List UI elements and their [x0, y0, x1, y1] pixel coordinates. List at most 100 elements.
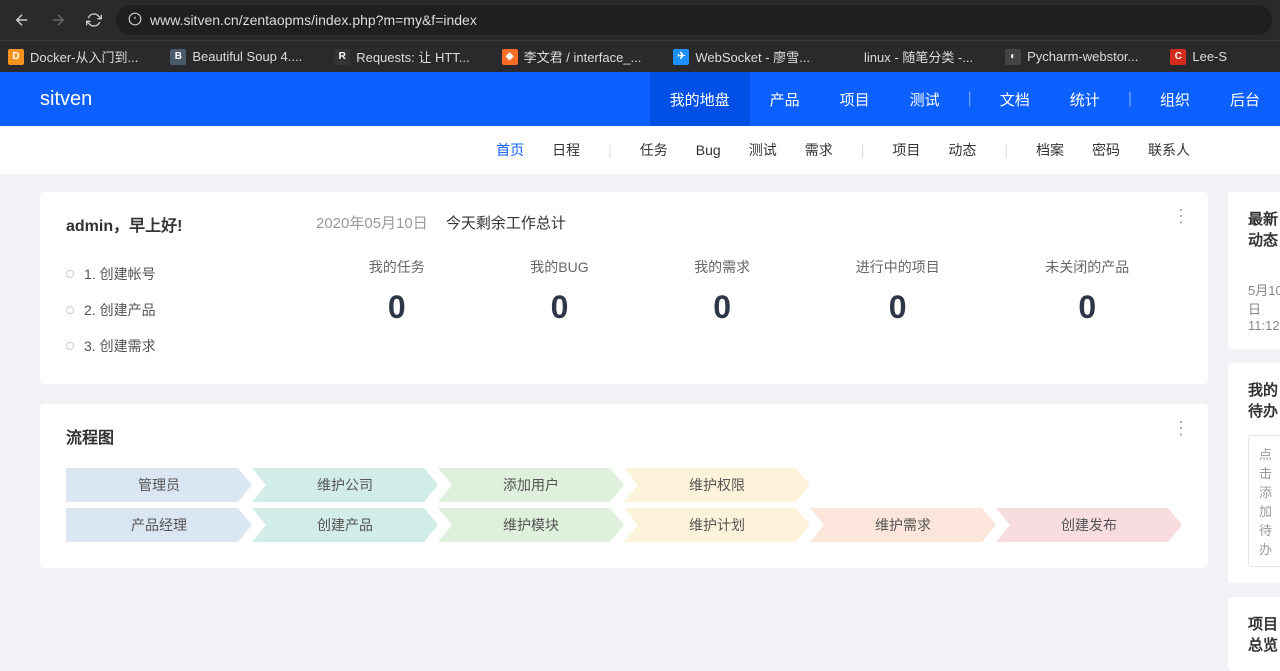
nav-item[interactable]: 组织 [1140, 72, 1210, 126]
bookmark-favicon: B [170, 49, 186, 65]
flow-step[interactable]: 维护模块 [438, 508, 624, 542]
subnav-item[interactable]: Bug [696, 142, 721, 158]
bookmark-label: linux - 随笔分类 -... [864, 47, 973, 66]
nav-item[interactable]: 后台 [1210, 72, 1280, 126]
subnav-item[interactable]: 测试 [749, 140, 777, 160]
stat-item[interactable]: 我的任务0 [369, 257, 425, 326]
latest-title: 最新动态 [1248, 208, 1280, 250]
address-bar[interactable]: www.sitven.cn/zentaopms/index.php?m=my&f… [116, 5, 1272, 35]
stat-item[interactable]: 进行中的项目0 [856, 257, 940, 326]
stat-item[interactable]: 未关闭的产品 0 [1045, 257, 1129, 326]
bookmark-favicon: C [1170, 49, 1186, 65]
bookmark-label: Beautiful Soup 4.... [192, 49, 302, 64]
bookmark-item[interactable]: linux - 随笔分类 -... [842, 47, 973, 66]
flow-step[interactable]: 维护权限 [624, 468, 810, 502]
subnav-item[interactable]: 联系人 [1148, 140, 1190, 160]
bookmark-item[interactable]: ◆ 李文君 / interface_... [502, 47, 642, 66]
back-button[interactable] [8, 6, 36, 34]
flow-step[interactable]: 管理员 [66, 468, 252, 502]
more-icon[interactable]: ⋮ [1172, 206, 1190, 227]
reload-button[interactable] [80, 6, 108, 34]
subnav-separator: | [861, 142, 865, 158]
stat-label: 我的BUG [530, 257, 588, 277]
step-item[interactable]: 1. 创建帐号 [66, 256, 316, 292]
stat-label: 我的需求 [694, 257, 750, 277]
flowchart-card: ⋮ 流程图 管理员维护公司添加用户维护权限产品经理创建产品维护模块维护计划维护需… [40, 404, 1208, 568]
bookmark-favicon: ◐ [1005, 49, 1021, 65]
subnav-separator: | [1004, 142, 1008, 158]
subnav-item[interactable]: 首页 [496, 140, 524, 160]
greeting-text: admin，早上好! [66, 212, 316, 236]
subnav-separator: | [608, 142, 612, 158]
bookmark-item[interactable]: ◐ Pycharm-webstor... [1005, 49, 1138, 65]
latest-time: 5月10日 11:12 [1248, 280, 1280, 333]
flow-rows: 管理员维护公司添加用户维护权限产品经理创建产品维护模块维护计划维护需求创建发布 [66, 468, 1182, 542]
bookmark-label: Docker-从入门到... [30, 47, 138, 66]
onboarding-steps: 1. 创建帐号2. 创建产品3. 创建需求 [66, 256, 316, 364]
todo-card: 我的待办 点击添加待办 [1228, 363, 1280, 583]
nav-item[interactable]: 我的地盘 [650, 72, 750, 126]
nav-item[interactable]: 项目 [820, 72, 890, 126]
nav-item[interactable]: 统计 [1050, 72, 1120, 126]
flow-row: 产品经理创建产品维护模块维护计划维护需求创建发布 [66, 508, 1182, 542]
site-info-icon[interactable] [128, 12, 142, 29]
flow-title: 流程图 [66, 424, 1182, 448]
subnav-item[interactable]: 动态 [948, 140, 976, 160]
summary-label: 今天剩余工作总计 [446, 215, 566, 232]
overview-card: 项目总览 [1228, 597, 1280, 671]
bookmark-label: Lee-S [1192, 49, 1227, 64]
subnav-item[interactable]: 任务 [640, 140, 668, 160]
bookmark-item[interactable]: B Beautiful Soup 4.... [170, 49, 302, 65]
latest-card: 最新动态 5月10日 11:12 [1228, 192, 1280, 349]
flow-step[interactable]: 维护公司 [252, 468, 438, 502]
sub-nav: 首页 日程 | 任务 Bug 测试 需求 | 项目 动态 | 档案 密码 联系人 [0, 126, 1280, 174]
bookmark-favicon [842, 49, 858, 65]
subnav-item[interactable]: 密码 [1092, 140, 1120, 160]
bookmark-item[interactable]: C Lee-S [1170, 49, 1227, 65]
stat-label: 未关闭的产品 [1045, 257, 1129, 277]
subnav-item[interactable]: 项目 [892, 140, 920, 160]
flow-row: 管理员维护公司添加用户维护权限 [66, 468, 1182, 502]
flow-step[interactable]: 创建发布 [996, 508, 1182, 542]
app-navbar: sitven 我的地盘产品项目测试|文档统计|组织后台 [0, 72, 1280, 126]
browser-toolbar: www.sitven.cn/zentaopms/index.php?m=my&f… [0, 0, 1280, 40]
forward-button[interactable] [44, 6, 72, 34]
step-item[interactable]: 3. 创建需求 [66, 328, 316, 364]
date-text: 2020年05月10日 [316, 215, 428, 232]
subnav-item[interactable]: 需求 [805, 140, 833, 160]
main-content: ⋮ admin，早上好! 1. 创建帐号2. 创建产品3. 创建需求 2020年… [0, 174, 1280, 671]
bookmark-item[interactable]: D Docker-从入门到... [8, 47, 138, 66]
stat-item[interactable]: 我的BUG 0 [530, 257, 588, 326]
nav-item[interactable]: 测试 [890, 72, 960, 126]
flow-step[interactable]: 添加用户 [438, 468, 624, 502]
overview-title: 项目总览 [1248, 613, 1280, 655]
nav-item[interactable]: 产品 [750, 72, 820, 126]
todo-input[interactable]: 点击添加待办 [1248, 435, 1280, 567]
bookmark-item[interactable]: ✈WebSocket - 廖雪... [673, 47, 810, 66]
flow-step[interactable]: 产品经理 [66, 508, 252, 542]
more-icon[interactable]: ⋮ [1172, 418, 1190, 439]
subnav-item[interactable]: 日程 [552, 140, 580, 160]
bookmark-favicon: R [334, 49, 350, 65]
brand-logo[interactable]: sitven [40, 88, 92, 111]
stat-item[interactable]: 我的需求 0 [694, 257, 750, 326]
stat-value: 0 [694, 289, 750, 326]
nav-item[interactable]: 文档 [980, 72, 1050, 126]
flow-step[interactable]: 维护需求 [810, 508, 996, 542]
stat-value: 0 [856, 289, 940, 326]
welcome-card: ⋮ admin，早上好! 1. 创建帐号2. 创建产品3. 创建需求 2020年… [40, 192, 1208, 384]
flow-step[interactable]: 维护计划 [624, 508, 810, 542]
bookmark-label: 李文君 / interface_... [524, 47, 642, 66]
step-item[interactable]: 2. 创建产品 [66, 292, 316, 328]
bookmark-favicon: D [8, 49, 24, 65]
url-text: www.sitven.cn/zentaopms/index.php?m=my&f… [150, 12, 1260, 28]
bookmark-item[interactable]: RRequests: 让 HTT... [334, 47, 469, 66]
bookmark-favicon: ◆ [502, 49, 518, 65]
stats-row: 我的任务0我的BUG0我的需求0进行中的项目0未关闭的产品0 [316, 257, 1182, 326]
stat-value: 0 [530, 289, 588, 326]
stat-value: 0 [369, 289, 425, 326]
stat-value: 0 [1045, 289, 1129, 326]
subnav-item[interactable]: 档案 [1036, 140, 1064, 160]
flow-step[interactable]: 创建产品 [252, 508, 438, 542]
bookmark-label: Pycharm-webstor... [1027, 49, 1138, 64]
